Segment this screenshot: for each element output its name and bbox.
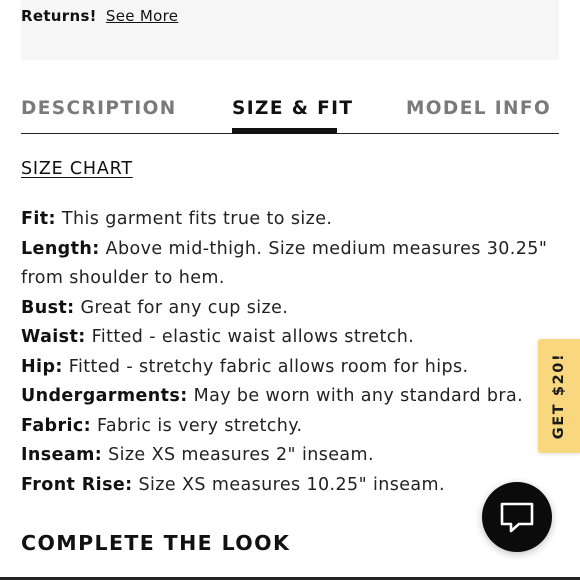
bust-row: Bust: Great for any cup size. [21, 294, 561, 324]
see-more-link[interactable]: See More [106, 7, 178, 25]
undergarments-row: Undergarments: May be worn with any stan… [21, 382, 561, 412]
undergarments-label: Undergarments: [21, 386, 188, 406]
tab-description[interactable]: DESCRIPTION [21, 98, 177, 119]
bust-value: Great for any cup size. [80, 297, 289, 318]
fabric-row: Fabric: Fabric is very stretchy. [21, 412, 561, 442]
hip-row: Hip: Fitted - stretchy fabric allows roo… [21, 353, 561, 383]
chat-button[interactable] [482, 482, 552, 552]
returns-line: Returns! See More [21, 7, 178, 25]
complete-the-look-heading: COMPLETE THE LOOK [21, 531, 291, 555]
length-label: Length: [21, 238, 100, 259]
chat-bubble-icon [500, 502, 534, 533]
undergarments-value: May be worn with any standard bra. [193, 386, 524, 406]
waist-value: Fitted - elastic waist allows stretch. [91, 327, 415, 347]
product-info-tabs: DESCRIPTION SIZE & FIT MODEL INFO [21, 92, 559, 134]
fit-label: Fit: [21, 209, 56, 229]
front-rise-label: Front Rise: [21, 474, 133, 495]
tab-size-fit[interactable]: SIZE & FIT [232, 98, 353, 119]
fit-value: This garment fits true to size. [61, 209, 333, 229]
promo-tab[interactable]: GET $20! [538, 339, 580, 453]
returns-label: Returns! [21, 7, 97, 25]
size-fit-details: Fit: This garment fits true to size. Len… [21, 205, 561, 500]
inseam-row: Inseam: Size XS measures 2" inseam. [21, 441, 561, 471]
hip-label: Hip: [21, 356, 63, 377]
length-value: Above mid-thigh. Size medium measures 30… [105, 238, 548, 259]
promo-label: GET $20! [551, 352, 567, 440]
fabric-label: Fabric: [21, 415, 92, 436]
fit-row: Fit: This garment fits true to size. [21, 205, 561, 235]
inseam-label: Inseam: [21, 445, 103, 465]
inseam-value: Size XS measures 2" inseam. [108, 445, 374, 465]
active-tab-indicator [232, 128, 337, 134]
front-rise-row: Front Rise: Size XS measures 10.25" inse… [21, 471, 561, 501]
size-chart-link[interactable]: SIZE CHART [21, 159, 133, 179]
bust-label: Bust: [21, 297, 75, 318]
fabric-value: Fabric is very stretchy. [97, 415, 303, 436]
tab-model-info[interactable]: MODEL INFO [406, 98, 551, 119]
waist-row: Waist: Fitted - elastic waist allows str… [21, 323, 561, 353]
front-rise-value: Size XS measures 10.25" inseam. [138, 474, 445, 495]
hip-value: Fitted - stretchy fabric allows room for… [68, 356, 469, 377]
length-value-cont: from shoulder to hem. [21, 268, 225, 288]
waist-label: Waist: [21, 327, 86, 347]
length-row: Length: Above mid-thigh. Size medium mea… [21, 235, 561, 294]
